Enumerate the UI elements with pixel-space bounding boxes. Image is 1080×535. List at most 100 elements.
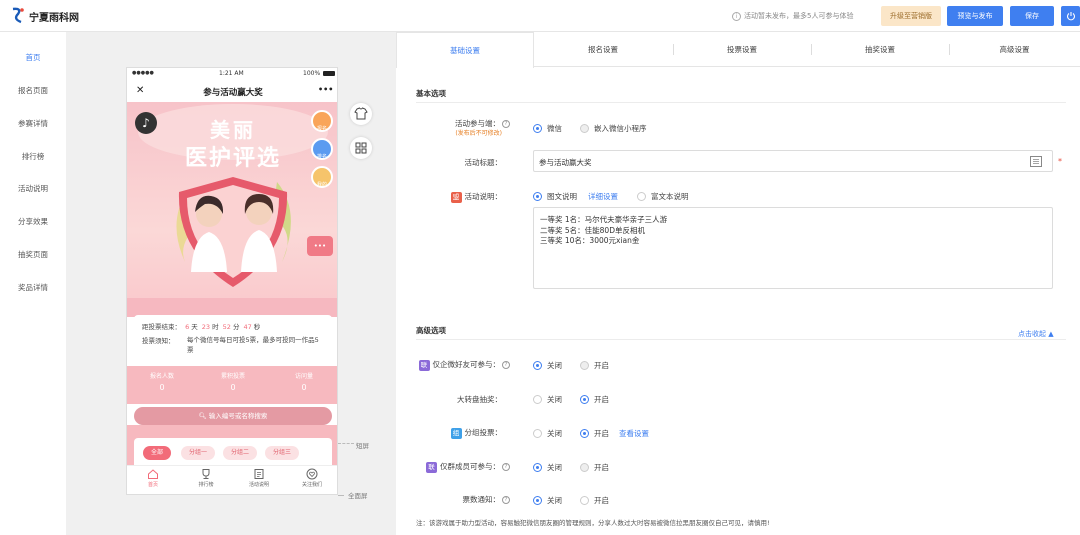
sidebar-item-signup[interactable]: 报名页面 bbox=[0, 85, 66, 96]
preview-publish-button[interactable]: 预览与发布 bbox=[947, 6, 1003, 26]
rank-badge[interactable]: 排名 bbox=[311, 138, 333, 160]
countdown-days: 6 bbox=[185, 323, 190, 331]
vote-notify-on[interactable]: 开启 bbox=[580, 495, 609, 506]
group-vote-label: 组分组投票： bbox=[416, 427, 502, 439]
detail-settings-link[interactable]: 详细设置 bbox=[588, 191, 618, 202]
radio-dot bbox=[533, 496, 542, 505]
theme-button[interactable] bbox=[350, 103, 372, 125]
wecom-friends-off[interactable]: 关闭 bbox=[533, 360, 562, 371]
wheel-lottery-on-label: 开启 bbox=[594, 395, 609, 404]
wheel-lottery-on[interactable]: 开启 bbox=[580, 394, 609, 405]
tab-basic-settings[interactable]: 基础设置 bbox=[396, 32, 534, 68]
group-member-off[interactable]: 关闭 bbox=[533, 462, 562, 473]
tab-ranking[interactable]: 排行榜 bbox=[186, 468, 226, 488]
stat-votes-label: 累积投票 bbox=[220, 373, 245, 380]
tab-description-label: 活动说明 bbox=[248, 482, 269, 488]
radio-wechat-label: 微信 bbox=[547, 124, 562, 133]
phone-tabbar: 首页 排行榜 活动说明 关注我们 bbox=[127, 465, 337, 494]
home-icon bbox=[148, 469, 158, 479]
settings-tabs: 基础设置 报名设置 投票设置 抽奖设置 高级设置 bbox=[396, 32, 1080, 68]
group-all[interactable]: 全部 bbox=[143, 446, 171, 460]
countdown-minutes: 52 bbox=[222, 323, 231, 331]
radio-richtext[interactable]: 富文本说明 bbox=[637, 191, 689, 202]
top-bar: 宁夏雨科网 i 活动暂未发布，最多5人可参与体验 升级至营销版 预览与发布 保存 bbox=[0, 0, 1080, 32]
stat-signups-label: 报名人数 bbox=[149, 373, 174, 380]
view-settings-link[interactable]: 查看设置 bbox=[619, 428, 649, 439]
wheel-lottery-label: 大转盘抽奖： bbox=[457, 395, 502, 404]
stats-bar: 报名人数 0 累积投票 0 访问量 0 bbox=[127, 366, 337, 404]
tab-signup-settings[interactable]: 报名设置 bbox=[534, 32, 672, 67]
title-input[interactable]: 参与活动赢大奖 bbox=[533, 150, 1053, 172]
fold-link[interactable]: 点击收起 ▲ bbox=[1018, 329, 1054, 339]
battery-text: 100% bbox=[303, 70, 321, 77]
upgrade-button[interactable]: 升级至营销版 bbox=[881, 6, 941, 26]
sidebar-item-home[interactable]: 首页 bbox=[0, 52, 66, 63]
radio-dot bbox=[580, 361, 589, 370]
group-three[interactable]: 分组三 bbox=[265, 446, 299, 460]
more-icon[interactable]: ••• bbox=[318, 85, 333, 94]
desc-line-3: 三等奖 10名：3000元xian金 bbox=[540, 236, 640, 245]
full-screen-line bbox=[338, 495, 344, 496]
power-button[interactable] bbox=[1061, 6, 1080, 26]
desc-textarea[interactable]: 一等奖 1名：马尔代夫豪华亲子三人游 二等奖 5名：佳能80D单反相机 三等奖 … bbox=[533, 207, 1053, 289]
rule-label: 投票须知： bbox=[142, 337, 175, 345]
tab-vote-settings[interactable]: 投票设置 bbox=[673, 32, 811, 67]
signup-badge[interactable]: 报名 bbox=[311, 110, 333, 132]
signal-indicator: ●●●●● bbox=[132, 70, 154, 76]
radio-miniprogram[interactable]: 嵌入微信小程序 bbox=[580, 123, 647, 134]
caret-up-icon: ▲ bbox=[1048, 330, 1054, 338]
help-icon[interactable]: ? bbox=[502, 361, 510, 369]
stat-visits: 访问量 0 bbox=[274, 371, 334, 392]
text-format-icon[interactable] bbox=[1030, 156, 1042, 167]
heart-icon bbox=[306, 468, 318, 480]
group-member-off-label: 关闭 bbox=[547, 463, 562, 472]
vote-notify-on-label: 开启 bbox=[594, 496, 609, 505]
sidebar-item-description[interactable]: 活动说明 bbox=[0, 183, 66, 194]
radio-dot bbox=[533, 124, 542, 133]
wheel-lottery-off[interactable]: 关闭 bbox=[533, 394, 562, 405]
group-member-on[interactable]: 开启 bbox=[580, 462, 609, 473]
hero-title-line1: 美丽 bbox=[210, 118, 256, 142]
wecom-friends-on[interactable]: 开启 bbox=[580, 360, 609, 371]
radio-dot bbox=[580, 124, 589, 133]
sidebar-item-ranking[interactable]: 排行榜 bbox=[0, 151, 66, 162]
tab-description[interactable]: 活动说明 bbox=[239, 468, 279, 488]
required-mark: * bbox=[1058, 157, 1062, 166]
wecom-friends-on-label: 开启 bbox=[594, 361, 609, 370]
tab-follow[interactable]: 关注我们 bbox=[292, 468, 332, 488]
group-one[interactable]: 分组一 bbox=[181, 446, 215, 460]
participation-sublabel: (发布后不可修改) bbox=[455, 130, 502, 137]
tab-home[interactable]: 首页 bbox=[133, 468, 173, 488]
vote-notify-off[interactable]: 关闭 bbox=[533, 495, 562, 506]
radio-rich-image[interactable]: 图文说明 详细设置 bbox=[533, 191, 618, 202]
save-button[interactable]: 保存 bbox=[1010, 6, 1054, 26]
grid-icon bbox=[355, 142, 367, 154]
group-vote-off[interactable]: 关闭 bbox=[533, 428, 562, 439]
countdown-label: 距投票结束： bbox=[142, 323, 181, 331]
desc-label: 活动说明： bbox=[464, 192, 503, 201]
sidebar-item-prize[interactable]: 奖品详情 bbox=[0, 282, 66, 293]
more-menu-button[interactable]: ••• bbox=[307, 236, 333, 256]
help-icon[interactable]: ? bbox=[502, 496, 510, 504]
group-member-on-label: 开启 bbox=[594, 463, 609, 472]
radio-wechat[interactable]: 微信 bbox=[533, 123, 562, 134]
help-icon[interactable]: ? bbox=[502, 463, 510, 471]
group-vote-on[interactable]: 开启 查看设置 bbox=[580, 428, 649, 439]
search-input[interactable]: 🔍︎ 输入编号或名称搜索 bbox=[134, 407, 332, 425]
help-icon[interactable]: ? bbox=[502, 120, 510, 128]
radio-dot bbox=[533, 361, 542, 370]
tab-advanced-settings[interactable]: 高级设置 bbox=[949, 32, 1080, 67]
layout-button[interactable] bbox=[350, 137, 372, 159]
sidebar-item-lottery[interactable]: 抽奖页面 bbox=[0, 249, 66, 260]
sidebar-item-entry-detail[interactable]: 参赛详情 bbox=[0, 118, 66, 129]
sidebar-item-share[interactable]: 分享效果 bbox=[0, 216, 66, 227]
tab-lottery-settings[interactable]: 抽奖设置 bbox=[811, 32, 949, 67]
search-icon: 🔍︎ bbox=[198, 412, 207, 420]
power-icon bbox=[1066, 12, 1075, 21]
group-two[interactable]: 分组二 bbox=[223, 446, 257, 460]
mine-badge[interactable]: 我的 bbox=[311, 166, 333, 188]
tab-ranking-label: 排行榜 bbox=[198, 482, 214, 488]
radio-dot bbox=[580, 463, 589, 472]
logo[interactable]: 宁夏雨科网 bbox=[10, 6, 79, 26]
music-icon[interactable]: ♪ bbox=[135, 112, 157, 134]
